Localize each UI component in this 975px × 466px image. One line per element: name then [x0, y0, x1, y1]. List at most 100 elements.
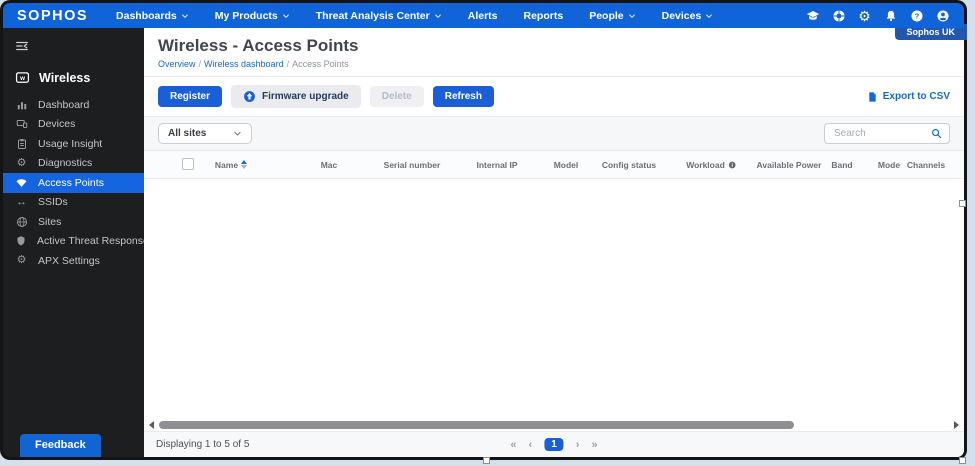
scroll-left-arrow[interactable] [149, 420, 154, 429]
feedback-button[interactable]: Feedback [20, 434, 101, 457]
sidebar-menu: Dashboard Devices Usage Insight ⚙ Diagnostic… [3, 95, 149, 271]
nav-item-label: Alerts [467, 9, 498, 22]
bell-icon[interactable] [883, 8, 898, 23]
scroll-right-arrow[interactable] [954, 420, 959, 429]
breadcrumb: Overview / Wireless dashboard / Access Point… [158, 59, 950, 69]
column-header-channels[interactable]: Channels [907, 160, 945, 170]
svg-text:?: ? [914, 11, 919, 20]
pagination-next-button[interactable]: › [576, 439, 580, 451]
chevron-down-icon [181, 12, 189, 20]
graduation-cap-icon[interactable] [805, 8, 820, 23]
gear-icon[interactable]: ⚙ [857, 8, 872, 23]
column-header-band[interactable]: Band [831, 160, 852, 170]
column-header-config-status[interactable]: Config status [602, 160, 656, 170]
select-all-checkbox[interactable] [182, 158, 194, 170]
sidebar-item-access-points[interactable]: Access Points [3, 173, 144, 193]
selection-handle[interactable] [959, 200, 966, 207]
nav-menu: Dashboards My Products Threat Analysis Cen… [116, 10, 713, 22]
search-input[interactable] [832, 127, 931, 140]
sidebar-item-usage-insight[interactable]: Usage Insight [3, 134, 144, 154]
column-label: Internal IP [476, 159, 518, 170]
sidebar-item-dashboard[interactable]: Dashboard [3, 95, 144, 115]
selection-handle[interactable] [483, 457, 490, 464]
pagination: « ‹ 1 › » [510, 438, 598, 451]
nav-item-people[interactable]: People [589, 10, 635, 22]
displaying-count: Displaying 1 to 5 of 5 [156, 439, 250, 450]
sidebar-item-label: Dashboard [38, 98, 90, 111]
clipboard-icon [15, 138, 28, 150]
nav-item-my-products[interactable]: My Products [215, 10, 290, 22]
pagination-prev-button[interactable]: ‹ [529, 439, 533, 451]
sidebar-product-header: w Wireless [3, 66, 144, 95]
product-title: Wireless [39, 70, 91, 85]
sidebar-item-devices[interactable]: Devices [3, 115, 144, 135]
pagination-last-button[interactable]: » [591, 439, 597, 451]
sidebar-item-ssids[interactable]: ↔ SSIDs [3, 193, 144, 213]
page-title: Wireless - Access Points [158, 36, 359, 55]
breadcrumb-item[interactable]: Wireless dashboard [204, 59, 284, 69]
table-header-row: Name Mac Serial number Internal IP Model Conf… [144, 151, 964, 179]
nav-item-dashboards[interactable]: Dashboards [116, 10, 189, 22]
nav-item-devices[interactable]: Devices [662, 10, 714, 22]
column-header-internal-ip[interactable]: Internal IP [476, 160, 517, 170]
sidebar-item-label: Devices [38, 118, 76, 131]
sophos-logo[interactable]: SOPHOS [17, 8, 88, 24]
sidebar-collapse-icon[interactable] [3, 34, 43, 66]
register-button[interactable]: Register [158, 86, 223, 107]
nav-item-reports[interactable]: Reports [524, 10, 564, 22]
scrollbar-thumb[interactable] [159, 420, 795, 429]
sidebar-item-diagnostics[interactable]: ⚙ Diagnostics [3, 154, 144, 174]
chevron-down-icon [233, 129, 242, 138]
sidebar: w Wireless Dashboard Devices Usage Insight… [3, 28, 149, 457]
column-label: Model [553, 159, 579, 170]
scrollbar-track[interactable] [157, 420, 951, 429]
body-row: w Wireless Dashboard Devices Usage Insight… [3, 28, 964, 457]
account-icon[interactable] [935, 8, 950, 23]
sidebar-item-active-threat-response[interactable]: Active Threat Response [3, 232, 149, 252]
column-header-mac[interactable]: Mac [321, 160, 338, 170]
export-csv-link[interactable]: Export to CSV [867, 91, 950, 103]
chevron-down-icon [628, 12, 636, 20]
lifebuoy-icon[interactable] [831, 8, 846, 23]
column-label: Available Power [756, 159, 822, 170]
help-icon[interactable]: ? [909, 8, 924, 23]
app-window: SOPHOS Dashboards My Products Threat Analy… [0, 0, 967, 460]
firmware-upgrade-button[interactable]: Firmware upgrade [231, 85, 361, 108]
sidebar-item-sites[interactable]: Sites [3, 212, 144, 232]
desktop-background: SOPHOS Dashboards My Products Threat Analy… [0, 0, 975, 466]
nav-item-label: Devices [661, 9, 702, 22]
horizontal-scrollbar [144, 418, 964, 431]
nav-item-threat-analysis-center[interactable]: Threat Analysis Center [316, 10, 442, 22]
delete-button[interactable]: Delete [369, 86, 424, 107]
refresh-button[interactable]: Refresh [432, 86, 494, 107]
column-header-available-power[interactable]: Available Power [757, 160, 822, 170]
devices-icon [15, 118, 28, 130]
column-label: Name [214, 159, 239, 170]
column-header-workload[interactable]: Workload [686, 160, 736, 170]
breadcrumb-separator: / [286, 59, 290, 69]
pagination-first-button[interactable]: « [510, 439, 516, 451]
sort-icon[interactable] [241, 160, 248, 169]
chevron-down-icon [282, 12, 290, 20]
column-header-model[interactable]: Model [554, 160, 579, 170]
breadcrumb-separator: / [198, 59, 202, 69]
column-label: Serial number [383, 159, 441, 170]
column-header-name[interactable]: Name [214, 159, 248, 170]
nav-item-label: Threat Analysis Center [315, 9, 430, 22]
site-selector[interactable]: All sites [158, 123, 252, 144]
nav-item-alerts[interactable]: Alerts [468, 10, 498, 22]
gear-icon: ⚙ [16, 156, 27, 169]
shield-icon [15, 235, 27, 247]
info-icon[interactable] [728, 161, 736, 169]
breadcrumb-item[interactable]: Overview [158, 59, 196, 69]
sidebar-item-label: SSIDs [38, 196, 68, 209]
search-icon[interactable] [931, 128, 942, 139]
selection-handle[interactable] [959, 457, 966, 464]
column-header-serial-number[interactable]: Serial number [384, 160, 441, 170]
chevron-down-icon [705, 12, 713, 20]
search-box [824, 123, 950, 144]
sidebar-item-label: Active Threat Response [37, 235, 149, 248]
pagination-current-page[interactable]: 1 [544, 438, 564, 451]
column-header-mode[interactable]: Mode [878, 160, 900, 170]
sidebar-item-apx-settings[interactable]: ⚙ APX Settings [3, 251, 144, 271]
